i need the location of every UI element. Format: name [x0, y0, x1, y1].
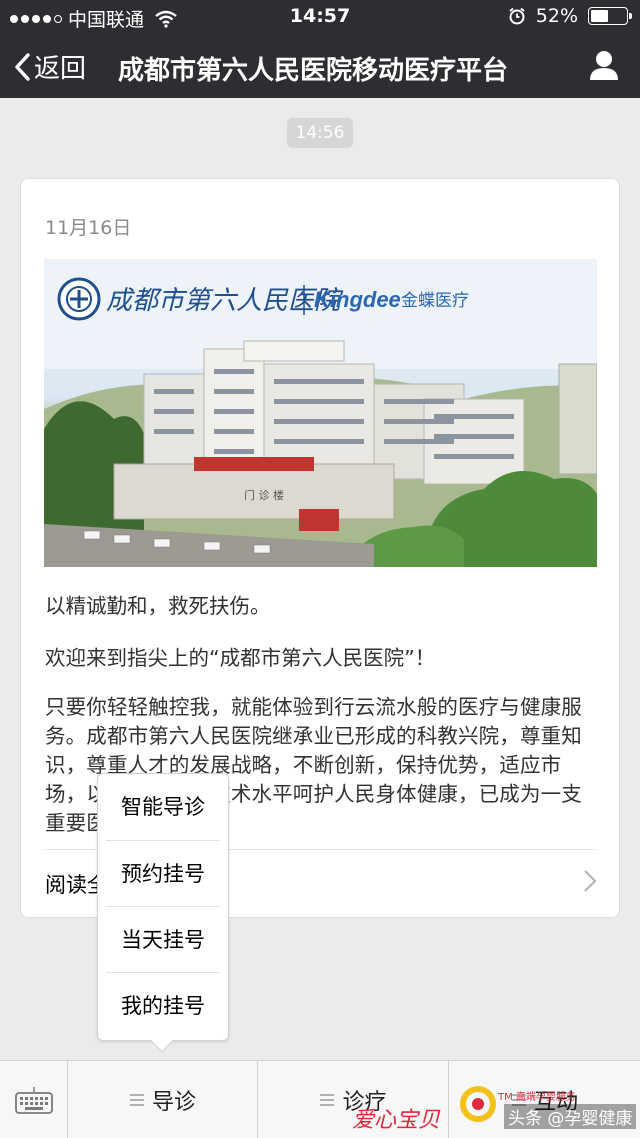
- alarm-icon: [509, 7, 525, 25]
- message-timestamp: 14:56: [287, 118, 353, 148]
- battery-percent: 52%: [535, 5, 578, 27]
- tab-guide[interactable]: 导诊: [69, 1061, 258, 1138]
- nav-bar: 返回 成都市第六人民医院移动医疗平台: [0, 34, 640, 98]
- article-welcome: 欢迎来到指尖上的“成都市第六人民医院”！: [45, 646, 436, 670]
- banner-hospital-name: 成都市第六人民医院: [106, 286, 344, 316]
- tab-guide-label: 导诊: [151, 1090, 196, 1115]
- watermark-right: 头条 @孕婴健康: [504, 1104, 637, 1129]
- menu-item-my-registrations[interactable]: 我的挂号: [106, 972, 220, 1038]
- menu-lines-icon: [320, 1094, 335, 1106]
- guide-popup-menu: 智能导诊 预约挂号 当天挂号 我的挂号: [97, 773, 229, 1053]
- banner-gate-sign: 门 诊 楼: [244, 488, 284, 502]
- menu-item-same-day-registration[interactable]: 当天挂号: [106, 906, 220, 972]
- article-banner-image[interactable]: 成都市第六人民医院 Kingdee 金蝶医疗 门 诊 楼: [44, 259, 597, 567]
- battery-icon: [588, 7, 632, 25]
- keyboard-toggle-button[interactable]: [0, 1061, 68, 1138]
- hospital-building-illustration: 成都市第六人民医院 Kingdee 金蝶医疗 门 诊 楼: [44, 259, 597, 567]
- menu-lines-icon: [129, 1094, 144, 1106]
- watermark-logo: [460, 1086, 496, 1122]
- menu-item-appointment[interactable]: 预约挂号: [106, 840, 220, 906]
- status-right: 52%: [508, 5, 632, 27]
- chevron-right-icon: [584, 870, 597, 892]
- back-button[interactable]: 返回: [12, 48, 86, 85]
- back-label: 返回: [34, 54, 87, 84]
- article-date: 11月16日: [45, 217, 132, 239]
- chevron-left-icon: [15, 52, 30, 81]
- page-title: 成都市第六人民医院移动医疗平台: [118, 56, 509, 86]
- menu-item-smart-guide[interactable]: 智能导诊: [106, 774, 220, 840]
- article-motto: 以精诚勤和，救死扶伤。: [45, 594, 271, 618]
- banner-kingdee-logo: Kingdee: [314, 287, 401, 312]
- status-bar: 中国联通 14:57 52%: [0, 0, 640, 34]
- watermark-left: 爱心宝贝: [352, 1108, 441, 1133]
- keyboard-icon: [14, 1087, 53, 1114]
- banner-partner-cn: 金蝶医疗: [401, 291, 469, 311]
- watermark-small: TM 高端孕婴服务: [498, 1092, 576, 1103]
- profile-icon[interactable]: [588, 48, 620, 82]
- hospital-logo: [57, 277, 101, 321]
